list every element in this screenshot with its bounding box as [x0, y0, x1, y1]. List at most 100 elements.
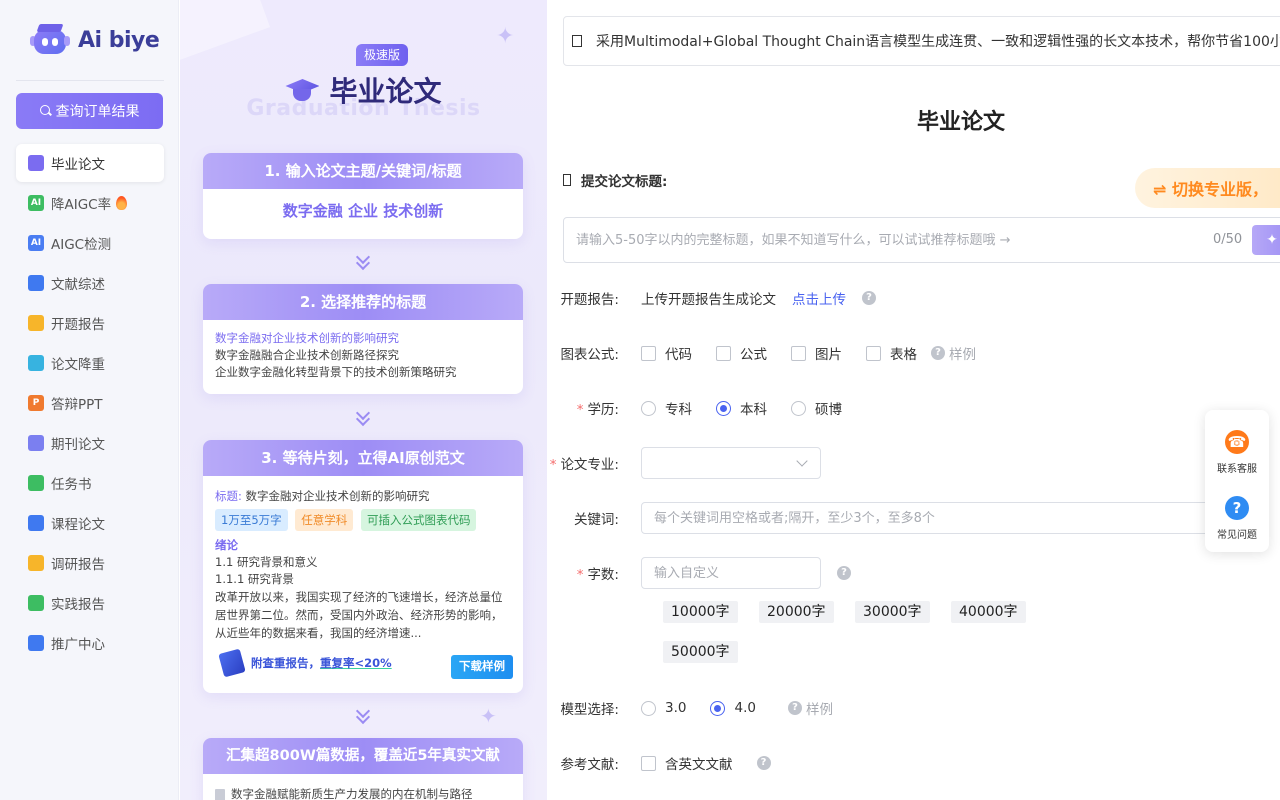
sidebar-item[interactable]: 文献综述 [16, 264, 164, 302]
degree-row: * 学历: 专科 本科 硕博 [548, 398, 866, 418]
step-2-list: 数字金融对企业技术创新的影响研究 数字金融融合企业技术创新路径探究 企业数字金融… [203, 320, 523, 391]
sidebar-item[interactable]: 毕业论文 [16, 144, 164, 182]
sidebar-item-label: 答辩PPT [51, 397, 103, 413]
faq-button[interactable]: ? 常见问题 [1205, 496, 1269, 541]
sidebar-item[interactable]: P 答辩PPT [16, 384, 164, 422]
keywords-input[interactable] [641, 502, 1261, 534]
notice-bar: 采用Multimodal+Global Thought Chain语言模型生成连… [563, 16, 1280, 66]
faq-label: 常见问题 [1217, 530, 1257, 541]
wordcount-30000-button[interactable]: 30000字 [855, 601, 930, 623]
recommended-title[interactable]: 企业数字金融化转型背景下的技术创新策略研究 [215, 364, 511, 381]
help-icon[interactable]: ? [862, 291, 876, 305]
query-order-button[interactable]: 查询订单结果 [16, 93, 163, 129]
logo[interactable]: Ai biye [28, 24, 160, 56]
step-4-card: 汇集超800W篇数据，覆盖近5年真实文献 数字金融赋能新质生产力发展的内在机制与… [203, 738, 523, 800]
checklist-icon [28, 475, 44, 491]
title-input[interactable] [563, 217, 1280, 263]
sidebar-item-label: 降AIGC率 [51, 197, 112, 213]
checkbox-image[interactable]: 图片 [791, 343, 842, 363]
question-icon: ? [1225, 496, 1249, 520]
checkbox-code[interactable]: 代码 [641, 343, 692, 363]
radio-junior-college[interactable]: 专科 [641, 398, 692, 418]
sample-title: 标题: 数字金融对企业技术创新的影响研究 [215, 488, 511, 505]
proposal-text: 上传开题报告生成论文 [641, 292, 776, 308]
customer-service-button[interactable]: ☎ 联系客服 [1205, 430, 1269, 475]
tag-word-range: 1万至5万字 [215, 509, 288, 531]
upload-link[interactable]: 点击上传 [792, 288, 846, 308]
sidebar-item-label: AIGC检测 [51, 237, 112, 253]
charts-label: 图表公式: [560, 347, 619, 363]
sample-link[interactable]: ? 样例 [931, 343, 976, 363]
sidebar-item[interactable]: AI AIGC检测 [16, 224, 164, 262]
wordcount-40000-button[interactable]: 40000字 [951, 601, 1026, 623]
sidebar-item-label: 调研报告 [51, 557, 105, 573]
sidebar-item[interactable]: 开题报告 [16, 304, 164, 342]
survey-icon [28, 555, 44, 571]
sidebar: Ai biye 查询订单结果 毕业论文 AI 降AIGC率 AI AIGC检测 文献综述开… [0, 0, 179, 800]
page-title: 毕业论文 [916, 110, 1005, 135]
checkbox-formula[interactable]: 公式 [716, 343, 767, 363]
step-3-head: 3. 等待片刻，立得AI原创范文 [203, 440, 523, 476]
sample-title-label: 标题: [215, 489, 242, 503]
switch-pro-button[interactable]: ⇌ 切换专业版， [1135, 168, 1280, 208]
major-select[interactable] [641, 447, 821, 479]
check-report-row: 附查重报告，重复率<20% [218, 648, 392, 678]
ai-detect-icon: AI [28, 235, 44, 251]
help-icon: ? [931, 346, 945, 360]
step-1-body: 数字金融 企业 技术创新 [282, 202, 444, 220]
major-label: * 论文专业: [549, 457, 619, 473]
decorative-ribbon [180, 0, 271, 69]
step-1-card: 1. 输入论文主题/关键词/标题 数字金融 企业 技术创新 [203, 153, 523, 239]
wordcount-input[interactable] [641, 557, 821, 589]
promo-title-text: 毕业论文 [329, 75, 442, 108]
paper-plane-icon [28, 635, 44, 651]
keywords-row: 关键词: [548, 502, 1261, 534]
book-icon [28, 275, 44, 291]
brand-name: Ai biye [78, 27, 160, 53]
wordcount-10000-button[interactable]: 10000字 [663, 601, 738, 623]
help-icon[interactable]: ? [756, 756, 771, 770]
sample-link[interactable]: ? 样例 [787, 698, 833, 718]
sidebar-item[interactable]: 任务书 [16, 464, 164, 502]
tag-any-subject: 任意学科 [295, 509, 354, 531]
radio-bachelor[interactable]: 本科 [716, 398, 767, 418]
help-icon[interactable]: ? [837, 566, 851, 580]
references-row: 参考文献: 含英文文献 ? [548, 753, 771, 773]
checkbox-english-refs[interactable]: 含英文文献 [641, 753, 733, 773]
book-icon [218, 648, 246, 678]
sample-paragraph: 改革开放以来，我国实现了经济的飞速增长，经济总量位居世界第二位。然而，受国内外政… [215, 590, 503, 640]
speed-badge: 极速版 [356, 44, 409, 66]
download-sample-button[interactable]: 下载样例 [451, 655, 513, 679]
robot-logo-icon [28, 24, 72, 56]
radio-model-4[interactable]: 4.0 [710, 700, 756, 716]
references-label: 参考文献: [560, 757, 619, 773]
wordcount-50000-button[interactable]: 50000字 [663, 641, 738, 663]
title-marker-icon [563, 174, 571, 186]
magic-suggest-icon[interactable]: ✦ [1252, 225, 1280, 255]
arrow-down-icon [355, 408, 371, 426]
recommended-title[interactable]: 数字金融融合企业技术创新路径探究 [215, 347, 511, 364]
ppt-icon: P [28, 395, 44, 411]
sidebar-item-label: 任务书 [51, 477, 92, 493]
wordcount-20000-button[interactable]: 20000字 [759, 601, 834, 623]
tag-formula-chart: 可插入公式图表代码 [360, 509, 477, 531]
report-icon [28, 315, 44, 331]
sidebar-item[interactable]: 课程论文 [16, 504, 164, 542]
sidebar-item[interactable]: 论文降重 [16, 344, 164, 382]
sidebar-item[interactable]: 实践报告 [16, 584, 164, 622]
fire-icon [116, 196, 128, 210]
radio-master-phd[interactable]: 硕博 [791, 398, 842, 418]
arrow-down-icon [355, 252, 371, 270]
radio-model-3[interactable]: 3.0 [641, 700, 686, 716]
course-book-icon [28, 515, 44, 531]
sidebar-item[interactable]: AI 降AIGC率 [16, 184, 164, 222]
sidebar-item[interactable]: 调研报告 [16, 544, 164, 582]
sidebar-item[interactable]: 推广中心 [16, 624, 164, 662]
wordcount-row: *字数: ? [548, 557, 851, 589]
step-3-card: 3. 等待片刻，立得AI原创范文 标题: 数字金融对企业技术创新的影响研究 1万… [203, 440, 523, 693]
recommended-title[interactable]: 数字金融对企业技术创新的影响研究 [215, 330, 511, 347]
sidebar-nav: 毕业论文 AI 降AIGC率 AI AIGC检测 文献综述 开题报告 论文降重 P 答辩PPT 期刊… [16, 144, 164, 664]
sidebar-item[interactable]: 期刊论文 [16, 424, 164, 462]
step-4-body: 数字金融赋能新质生产力发展的内在机制与路径 [203, 774, 523, 800]
checkbox-table[interactable]: 表格 [866, 343, 917, 363]
